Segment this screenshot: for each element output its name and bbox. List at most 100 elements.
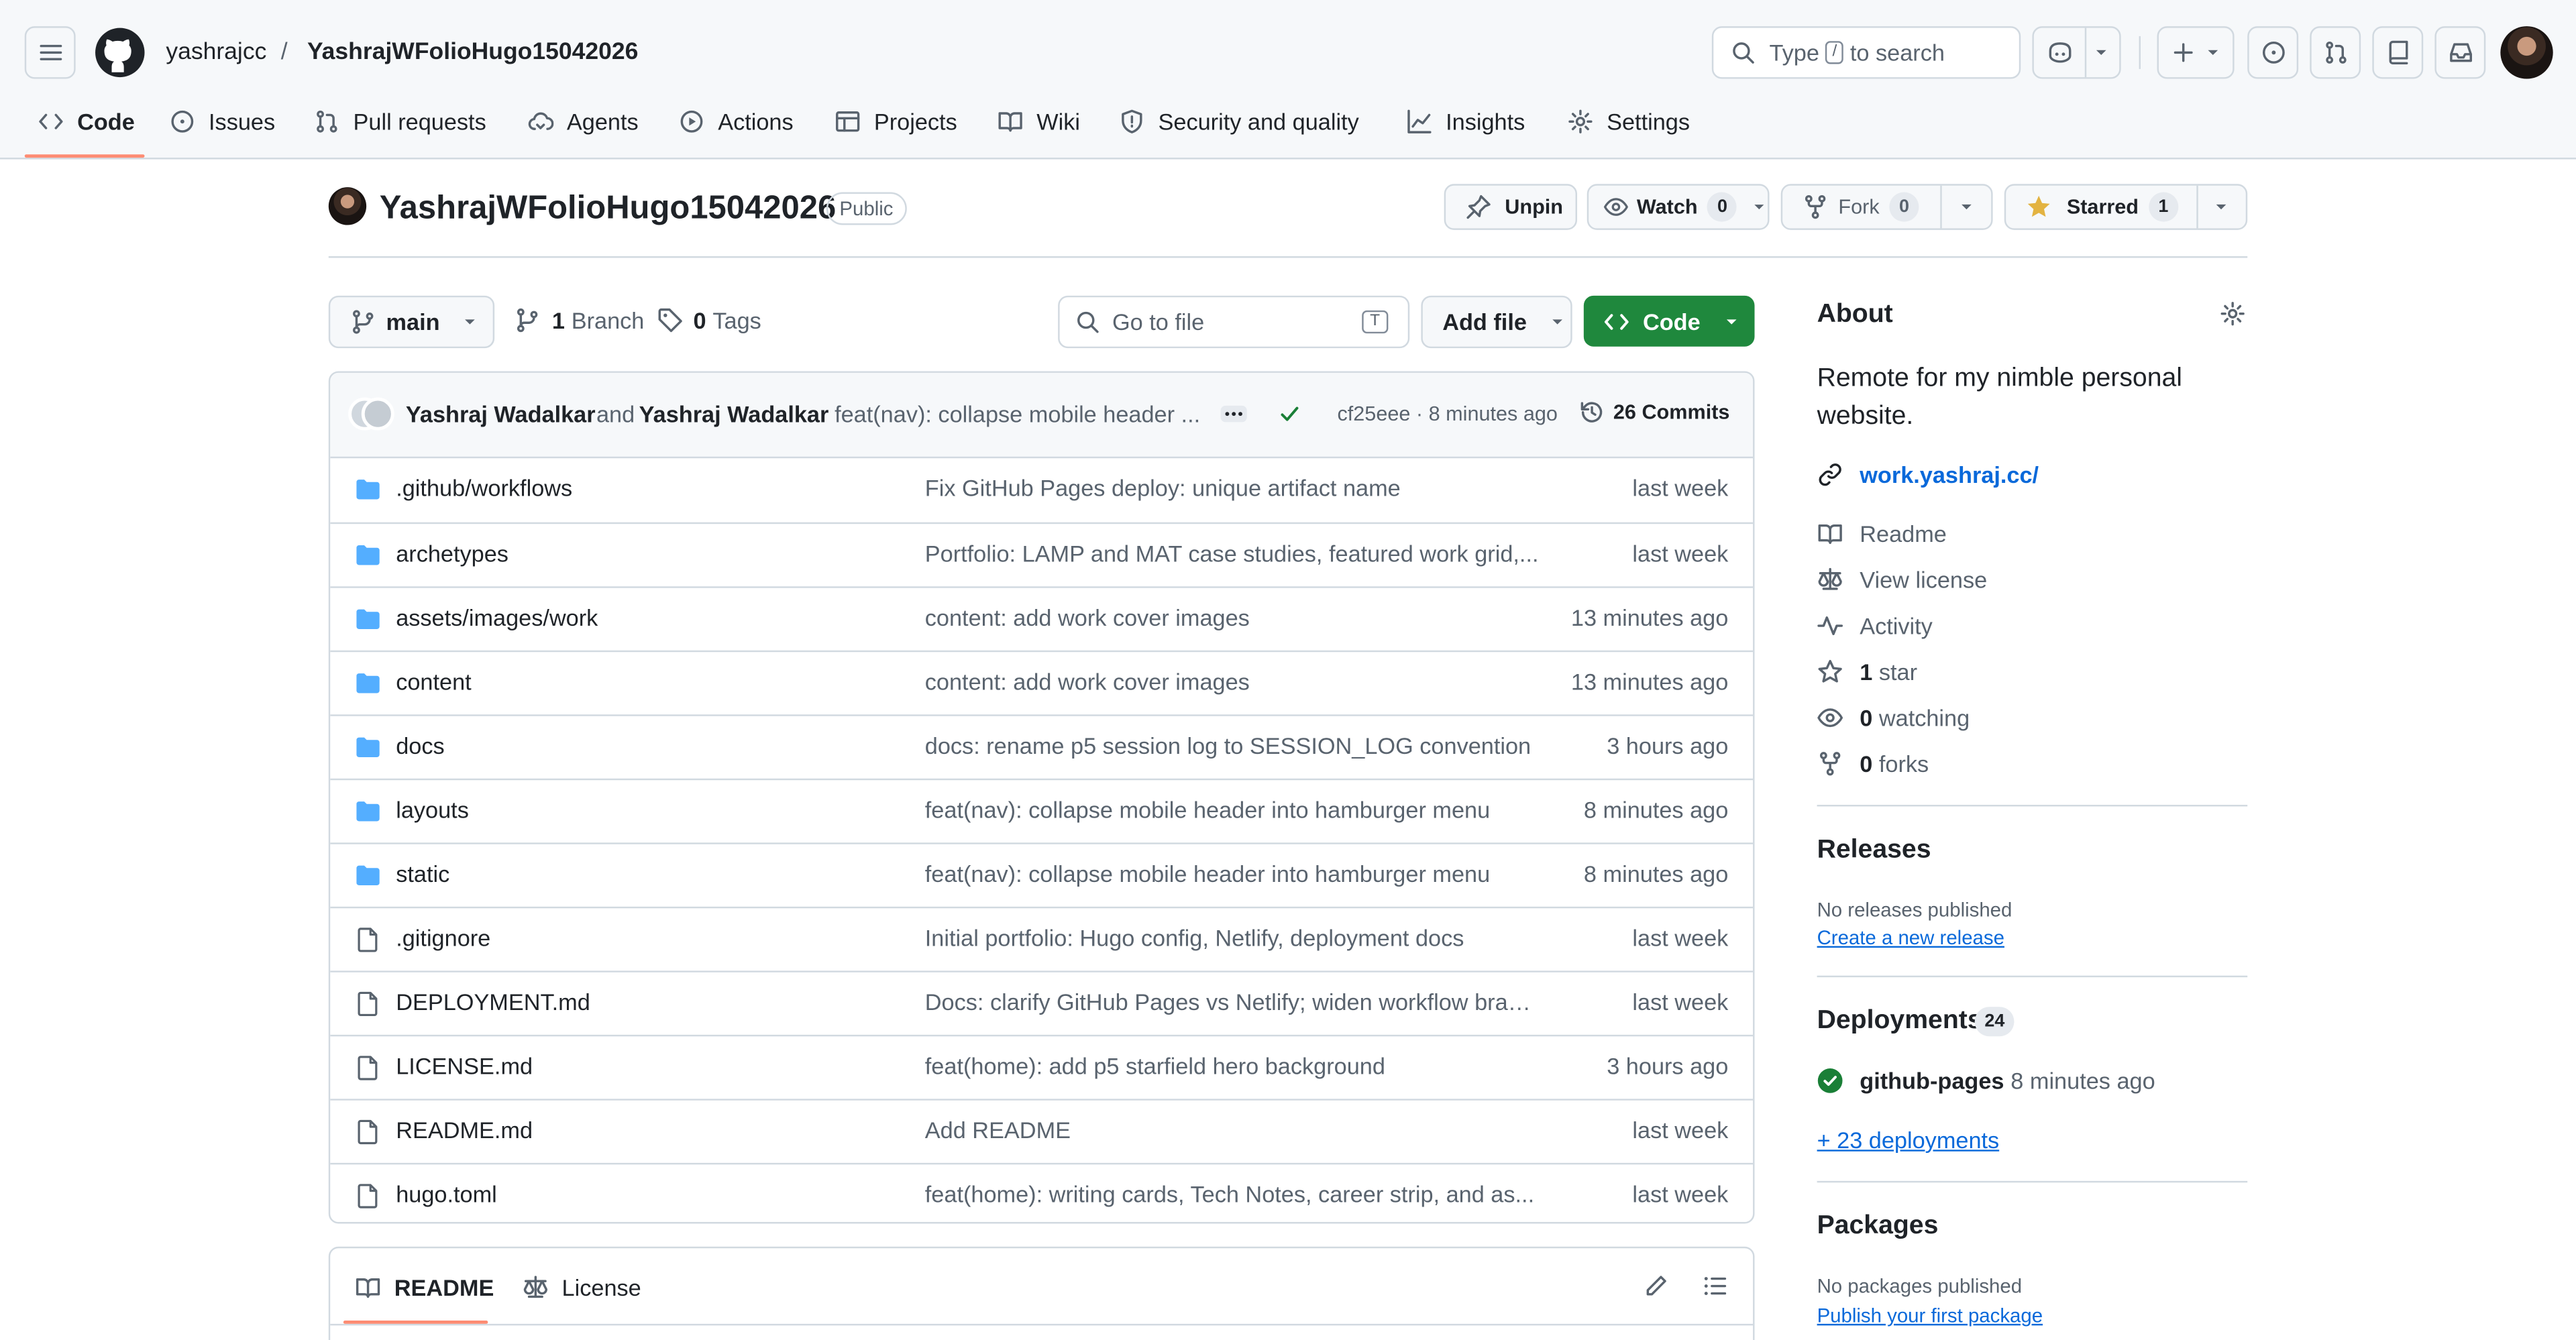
commits-link[interactable]: 26 Commits (1578, 399, 1729, 425)
tab-settings[interactable]: Settings (1567, 99, 1690, 145)
table-row[interactable]: archetypes Portfolio: LAMP and MAT case s… (330, 522, 1754, 587)
breadcrumb-repo[interactable]: YashrajWFolioHugo15042026 (307, 36, 638, 69)
file-commit-message[interactable]: feat(nav): collapse mobile header into h… (925, 860, 1540, 887)
deployments-title[interactable]: Deployments (1817, 1007, 1982, 1036)
menu-button[interactable] (24, 26, 76, 79)
watch-button[interactable]: Watch 0 (1587, 184, 1770, 230)
releases-title[interactable]: Releases (1817, 836, 1931, 866)
branch-select-button[interactable]: main (328, 295, 495, 349)
file-commit-message[interactable]: Initial portfolio: Hugo config, Netlify,… (925, 925, 1540, 951)
file-commit-message[interactable]: feat(home): writing cards, Tech Notes, c… (925, 1181, 1540, 1207)
file-commit-message[interactable]: Portfolio: LAMP and MAT case studies, fe… (925, 541, 1540, 567)
file-name[interactable]: LICENSE.md (396, 1053, 533, 1079)
repo-owner-avatar[interactable] (328, 187, 367, 225)
table-row[interactable]: content content: add work cover images 13 … (330, 650, 1754, 715)
pencil-icon[interactable] (1643, 1273, 1669, 1299)
table-row[interactable]: README.md Add README last week (330, 1099, 1754, 1163)
user-avatar[interactable] (2500, 26, 2553, 79)
website-link[interactable]: work.yashraj.cc/ (1817, 461, 2039, 488)
table-row[interactable]: docs docs: rename p5 session log to SESSI… (330, 714, 1754, 779)
file-name[interactable]: static (396, 860, 449, 887)
search-input[interactable]: Type / to search (1711, 26, 2021, 79)
tab-security[interactable]: Security and quality (1119, 99, 1359, 145)
readme-link[interactable]: Readme (1817, 520, 1947, 547)
publish-package-link[interactable]: Publish your first package (1817, 1304, 2043, 1327)
table-row[interactable]: LICENSE.md feat(home): add p5 starfield h… (330, 1034, 1754, 1099)
copilot-button[interactable] (2032, 26, 2121, 79)
folder-icon (356, 801, 380, 822)
deployment-item[interactable]: github-pages 8 minutes ago (1817, 1068, 2155, 1094)
more-deployments-link[interactable]: + 23 deployments (1817, 1127, 2000, 1153)
tags-link[interactable]: 0 Tags (657, 307, 761, 333)
table-row[interactable]: layouts feat(nav): collapse mobile header… (330, 778, 1754, 843)
check-icon[interactable] (1278, 402, 1301, 425)
commit-message[interactable]: feat(nav): collapse mobile header ... (835, 401, 1203, 427)
table-row[interactable]: .github/workflows Fix GitHub Pages deploy… (330, 458, 1753, 522)
file-commit-message[interactable]: content: add work cover images (925, 669, 1540, 695)
file-name[interactable]: archetypes (396, 541, 508, 567)
add-file-button[interactable]: Add file (1421, 295, 1572, 349)
commit-expand-button[interactable] (1220, 405, 1247, 423)
tab-projects[interactable]: Projects (835, 99, 957, 145)
code-button[interactable]: Code (1583, 295, 1755, 347)
table-row[interactable]: assets/images/work content: add work cove… (330, 586, 1754, 651)
pull-requests-button[interactable] (2310, 26, 2361, 79)
file-name[interactable]: content (396, 669, 472, 695)
file-name[interactable]: DEPLOYMENT.md (396, 989, 590, 1015)
table-row[interactable]: static feat(nav): collapse mobile header … (330, 842, 1754, 907)
gear-icon[interactable] (2220, 300, 2246, 327)
tab-readme[interactable]: README (355, 1274, 494, 1301)
file-name[interactable]: docs (396, 732, 444, 759)
tab-issues[interactable]: Issues (169, 99, 275, 145)
go-to-file-input[interactable]: Go to file T (1058, 295, 1410, 349)
repositories-button[interactable] (2372, 26, 2424, 79)
file-commit-message[interactable]: Fix GitHub Pages deploy: unique artifact… (925, 475, 1540, 501)
table-row[interactable]: DEPLOYMENT.md Docs: clarify GitHub Pages … (330, 970, 1754, 1035)
file-commit-message[interactable]: docs: rename p5 session log to SESSION_L… (925, 732, 1540, 759)
file-commit-message[interactable]: Add README (925, 1117, 1540, 1143)
stars-link[interactable]: 1 star (1817, 659, 1917, 685)
tab-code[interactable]: Code (38, 99, 135, 145)
starred-button[interactable]: Starred 1 (2004, 184, 2248, 230)
file-name[interactable]: layouts (396, 797, 469, 823)
tab-insights[interactable]: Insights (1406, 99, 1525, 145)
file-name[interactable]: README.md (396, 1117, 533, 1143)
file-name[interactable]: .gitignore (396, 925, 490, 951)
commit-author-1[interactable]: Yashraj Wadalkar (406, 401, 596, 427)
unpin-button[interactable]: Unpin (1444, 184, 1578, 230)
list-unordered-icon[interactable] (1702, 1273, 1728, 1299)
commit-author-2[interactable]: Yashraj Wadalkar (639, 401, 829, 427)
github-logo-icon[interactable] (94, 26, 146, 78)
watching-link[interactable]: 0 watching (1817, 705, 1970, 731)
file-commit-message[interactable]: feat(nav): collapse mobile header into h… (925, 797, 1540, 823)
tab-wiki[interactable]: Wiki (998, 99, 1080, 145)
table-row[interactable]: hugo.toml feat(home): writing cards, Tech… (330, 1162, 1754, 1222)
file-commit-message[interactable]: feat(home): add p5 starfield hero backgr… (925, 1053, 1540, 1079)
commit-hash-time[interactable]: cf25eee · 8 minutes ago (1337, 402, 1557, 425)
packages-title[interactable]: Packages (1817, 1212, 1939, 1241)
file-name[interactable]: assets/images/work (396, 604, 598, 630)
license-link[interactable]: View license (1817, 567, 1987, 593)
breadcrumb-owner[interactable]: yashrajcc (166, 36, 266, 69)
tab-license[interactable]: License (523, 1274, 641, 1301)
activity-link[interactable]: Activity (1817, 612, 1933, 639)
tab-pull-requests[interactable]: Pull requests (314, 99, 486, 145)
global-header: yashrajcc / YashrajWFolioHugo15042026 Ty… (0, 0, 2576, 160)
file-commit-message[interactable]: content: add work cover images (925, 604, 1540, 630)
repo-title[interactable]: YashrajWFolioHugo15042026 (380, 187, 837, 230)
tab-actions[interactable]: Actions (678, 99, 794, 145)
commit-authors-avatars[interactable] (348, 397, 394, 431)
git-pull-request-icon (317, 110, 337, 133)
forks-link[interactable]: 0 forks (1817, 750, 1929, 777)
branches-link[interactable]: 1 Branch (515, 307, 644, 333)
tab-agents[interactable]: Agents (527, 99, 639, 145)
create-new-button[interactable] (2157, 26, 2235, 79)
file-name[interactable]: hugo.toml (396, 1181, 497, 1207)
file-name[interactable]: .github/workflows (396, 475, 572, 501)
table-row[interactable]: .gitignore Initial portfolio: Hugo config… (330, 906, 1754, 971)
create-release-link[interactable]: Create a new release (1817, 926, 2004, 949)
file-commit-message[interactable]: Docs: clarify GitHub Pages vs Netlify; w… (925, 989, 1540, 1015)
fork-button[interactable]: Fork 0 (1780, 184, 1993, 230)
issues-button[interactable] (2247, 26, 2299, 79)
inbox-button[interactable] (2434, 26, 2486, 79)
